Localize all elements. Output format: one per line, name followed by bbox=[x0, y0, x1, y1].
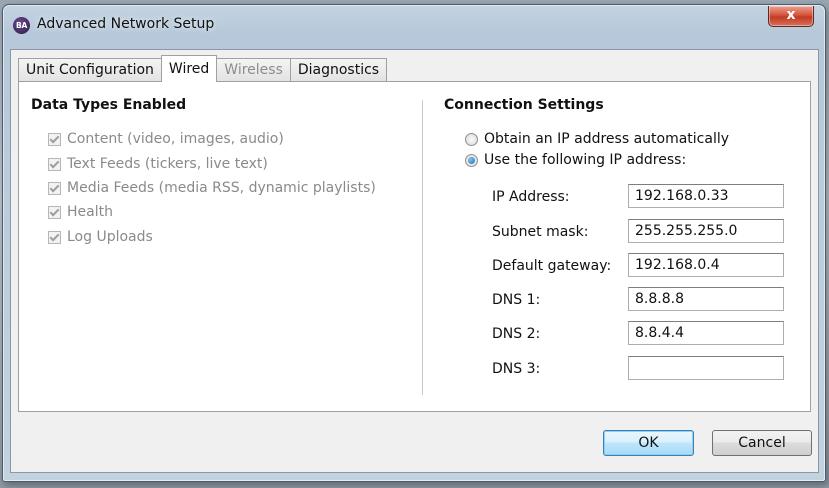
use-static-ip-radio[interactable] bbox=[465, 153, 478, 167]
dialog-body: Unit Configuration Wired Wireless Diagno… bbox=[10, 49, 819, 473]
dns-3-label: DNS 3: bbox=[492, 361, 541, 377]
obtain-ip-automatically-label[interactable]: Obtain an IP address automatically bbox=[484, 131, 729, 147]
log-uploads-checkbox-label: Log Uploads bbox=[67, 229, 153, 245]
health-checkbox-row: Health bbox=[48, 203, 113, 221]
dns-2-input[interactable] bbox=[628, 321, 784, 345]
text-feeds-checkbox bbox=[48, 157, 61, 171]
subnet-mask-label: Subnet mask: bbox=[492, 224, 589, 240]
log-uploads-checkbox bbox=[48, 230, 61, 244]
dns-3-input[interactable] bbox=[628, 356, 784, 380]
connection-settings-heading: Connection Settings bbox=[444, 97, 604, 113]
use-static-ip-label[interactable]: Use the following IP address: bbox=[484, 152, 686, 168]
log-uploads-checkbox-row: Log Uploads bbox=[48, 228, 153, 246]
text-feeds-checkbox-row: Text Feeds (tickers, live text) bbox=[48, 155, 268, 173]
content-checkbox-row: Content (video, images, audio) bbox=[48, 130, 284, 148]
close-button[interactable]: x bbox=[768, 6, 814, 27]
ok-button[interactable]: OK bbox=[603, 430, 694, 456]
title-bar[interactable]: BA Advanced Network Setup x bbox=[3, 5, 825, 43]
health-checkbox bbox=[48, 205, 61, 219]
vertical-divider bbox=[422, 100, 423, 395]
media-feeds-checkbox-label: Media Feeds (media RSS, dynamic playlist… bbox=[67, 180, 376, 196]
tab-wireless: Wireless bbox=[216, 58, 291, 82]
window-title: Advanced Network Setup bbox=[37, 16, 215, 32]
cancel-button[interactable]: Cancel bbox=[712, 430, 812, 456]
default-gateway-label: Default gateway: bbox=[492, 258, 612, 274]
obtain-ip-automatically-radio[interactable] bbox=[465, 132, 478, 146]
media-feeds-checkbox bbox=[48, 181, 61, 195]
health-checkbox-label: Health bbox=[67, 204, 113, 220]
content-checkbox bbox=[48, 132, 61, 146]
use-static-ip-option[interactable]: Use the following IP address: bbox=[465, 151, 686, 169]
media-feeds-checkbox-row: Media Feeds (media RSS, dynamic playlist… bbox=[48, 179, 376, 197]
content-checkbox-label: Content (video, images, audio) bbox=[67, 131, 284, 147]
tab-wired[interactable]: Wired bbox=[160, 55, 218, 82]
ip-address-input[interactable] bbox=[628, 184, 784, 208]
tab-unit-configuration[interactable]: Unit Configuration bbox=[18, 58, 162, 82]
advanced-network-setup-dialog: BA Advanced Network Setup x Unit Configu… bbox=[2, 4, 826, 482]
subnet-mask-input[interactable] bbox=[628, 219, 784, 243]
dns-1-input[interactable] bbox=[628, 287, 784, 311]
text-feeds-checkbox-label: Text Feeds (tickers, live text) bbox=[67, 156, 268, 172]
wired-tab-panel: Data Types Enabled Content (video, image… bbox=[18, 81, 811, 412]
dns-1-label: DNS 1: bbox=[492, 292, 541, 308]
default-gateway-input[interactable] bbox=[628, 253, 784, 277]
app-logo-icon: BA bbox=[13, 17, 30, 34]
ip-address-label: IP Address: bbox=[492, 189, 570, 205]
data-types-heading: Data Types Enabled bbox=[31, 97, 187, 113]
tab-strip: Unit Configuration Wired Wireless Diagno… bbox=[18, 55, 388, 82]
tab-diagnostics[interactable]: Diagnostics bbox=[289, 58, 388, 82]
dns-2-label: DNS 2: bbox=[492, 326, 541, 342]
obtain-ip-automatically-option[interactable]: Obtain an IP address automatically bbox=[465, 130, 729, 148]
